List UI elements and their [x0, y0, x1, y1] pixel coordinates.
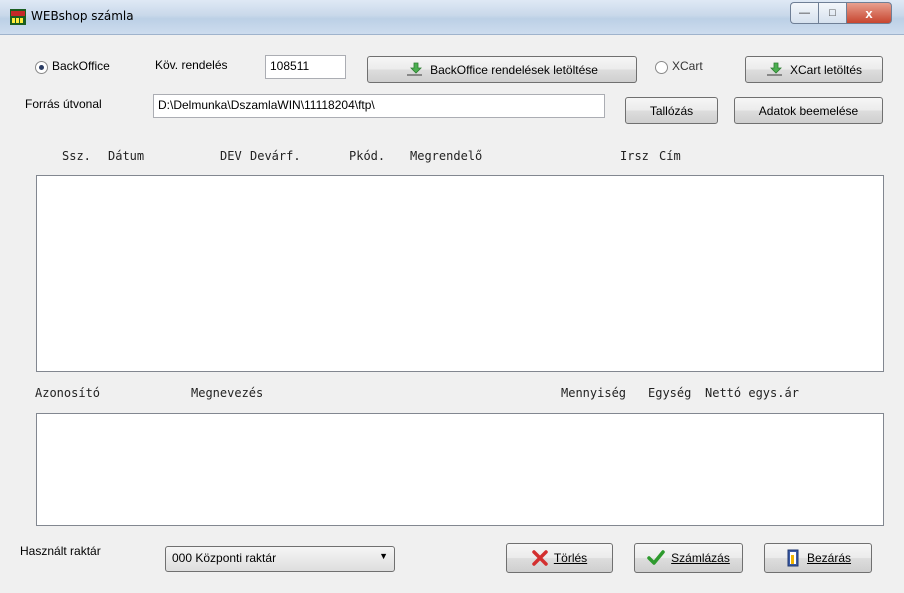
xcart-radio[interactable] — [655, 61, 668, 74]
close-button[interactable]: Bezárás — [764, 543, 872, 573]
orders-header-devarf: Devárf. — [250, 149, 301, 163]
close-icon: x — [865, 5, 873, 21]
client-area: BackOffice Köv. rendelés 108511 BackOffi… — [8, 35, 896, 585]
orders-header-ssz: Ssz. — [62, 149, 91, 163]
orders-list[interactable] — [36, 175, 884, 372]
orders-header-cim: Cím — [659, 149, 681, 163]
warehouse-select-value: 000 Központi raktár — [172, 551, 277, 565]
items-header-megnevezes: Megnevezés — [191, 386, 264, 400]
caption-buttons: — □ x — [790, 2, 892, 24]
window-title: WEBshop számla — [31, 9, 134, 23]
warehouse-select[interactable]: 000 Központi raktár ▼ — [165, 546, 395, 572]
path-input[interactable]: D:\Delmunka\DszamlaWIN\11118204\ftp\ — [153, 94, 605, 118]
maximize-button[interactable]: □ — [818, 2, 846, 24]
orders-header-irsz: Irsz — [620, 149, 649, 163]
app-window: WEBshop számla — □ x BackOffice Köv. ren… — [0, 0, 904, 593]
path-label: Forrás útvonal — [25, 97, 102, 111]
items-list[interactable] — [36, 413, 884, 526]
browse-button[interactable]: Tallózás — [625, 97, 718, 124]
delete-button[interactable]: Törlés — [506, 543, 613, 573]
kov-rendeles-input[interactable]: 108511 — [265, 55, 346, 79]
orders-header-pkod: Pkód. — [349, 149, 386, 163]
door-exit-icon — [785, 549, 801, 567]
close-window-button[interactable]: x — [846, 2, 892, 24]
import-button[interactable]: Adatok beemelése — [734, 97, 883, 124]
backoffice-download-button[interactable]: BackOffice rendelések letöltése — [367, 56, 637, 83]
items-header-azonosito: Azonosító — [35, 386, 101, 400]
orders-header-megrendelo: Megrendelő — [410, 149, 483, 163]
delete-label: Törlés — [553, 551, 588, 565]
maximize-icon: □ — [829, 7, 836, 19]
backoffice-download-label: BackOffice rendelések letöltése — [430, 62, 598, 77]
close-label: Bezárás — [806, 551, 852, 565]
xcart-radio-label[interactable]: XCart — [672, 59, 703, 73]
title-bar: WEBshop számla — □ x — [0, 0, 904, 35]
app-icon — [10, 9, 26, 25]
kov-rendeles-label: Köv. rendelés — [155, 58, 228, 72]
invoice-button[interactable]: Számlázás — [634, 543, 743, 573]
minimize-icon: — — [799, 7, 810, 19]
xcart-download-button[interactable]: XCart letöltés — [745, 56, 883, 83]
invoice-label: Számlázás — [671, 551, 730, 565]
items-header-netto: Nettó egys.ár — [705, 386, 799, 400]
items-header-mennyiseg: Mennyiség — [561, 386, 627, 400]
items-header-egyseg: Egység — [648, 386, 692, 400]
warehouse-label: Használt raktár — [20, 544, 101, 558]
orders-header-dev: DEV — [220, 149, 242, 163]
backoffice-radio-label[interactable]: BackOffice — [52, 59, 110, 73]
chevron-down-icon: ▼ — [379, 551, 388, 561]
download-arrow-icon — [406, 62, 424, 78]
minimize-button[interactable]: — — [790, 2, 818, 24]
xcart-download-label: XCart letöltés — [789, 62, 863, 77]
green-check-icon — [647, 550, 665, 566]
red-x-icon — [532, 550, 548, 566]
orders-header-datum: Dátum — [108, 149, 145, 163]
download-arrow-icon — [766, 62, 784, 78]
backoffice-radio[interactable] — [35, 61, 48, 74]
